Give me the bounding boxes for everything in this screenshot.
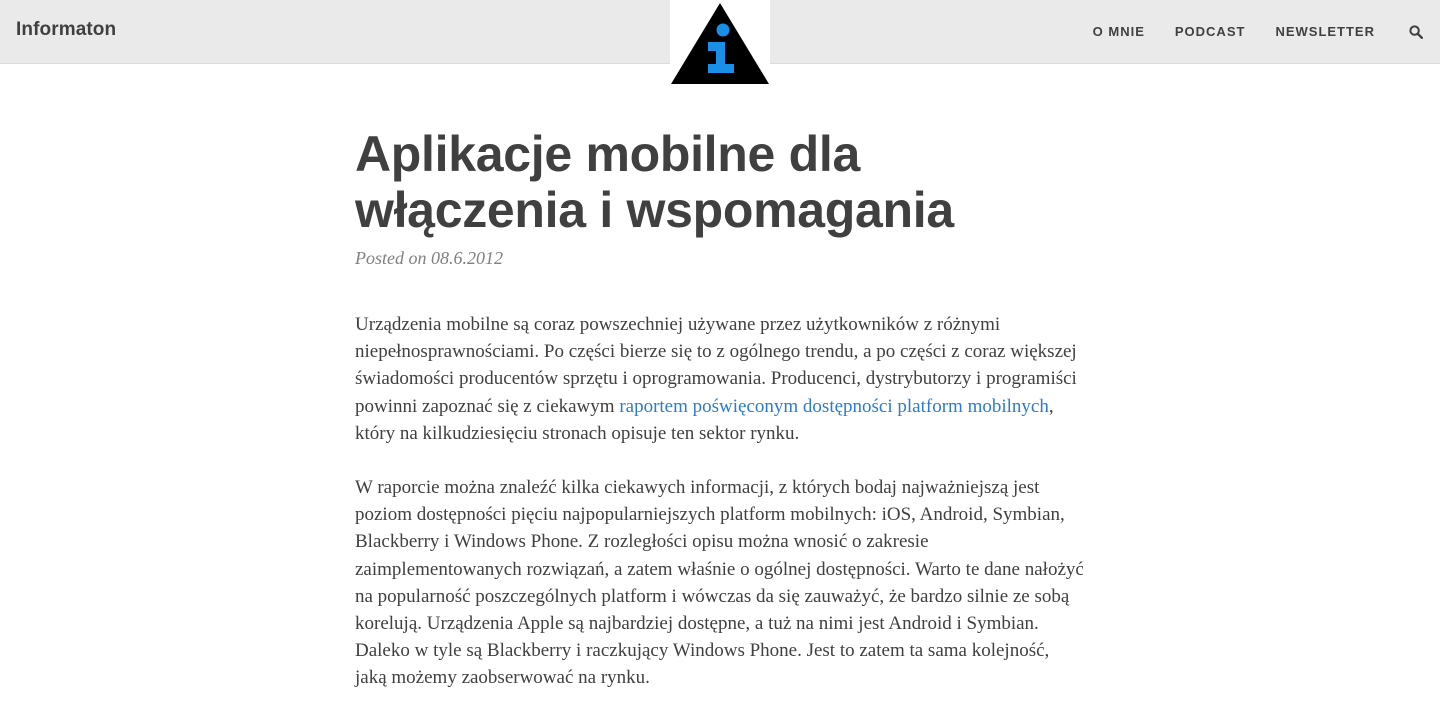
site-logo[interactable] xyxy=(670,0,770,87)
site-brand-link[interactable]: Informaton xyxy=(16,19,116,41)
search-button[interactable] xyxy=(1409,24,1424,39)
post-paragraph-2: W raporcie można znaleźć kilka ciekawych… xyxy=(355,477,1084,689)
report-link[interactable]: raportem poświęconym dostępności platfor… xyxy=(619,396,1049,417)
post-title: Aplikacje mobilne dla włączenia i wspoma… xyxy=(355,126,954,238)
nav-link-podcast[interactable]: PODCAST xyxy=(1175,24,1246,39)
search-icon xyxy=(1409,24,1424,39)
nav-link-newsletter[interactable]: NEWSLETTER xyxy=(1275,24,1375,39)
post-paragraph-1: Urządzenia mobilne są coraz powszechniej… xyxy=(355,311,1085,447)
nav-link-o-mnie[interactable]: O MNIE xyxy=(1093,24,1145,39)
info-triangle-logo-icon xyxy=(671,3,769,84)
post-date: Posted on 08.6.2012 xyxy=(355,248,503,268)
post-body: Urządzenia mobilne są coraz powszechniej… xyxy=(355,311,1085,692)
top-navbar: Informaton O MNIE PODCAST NEWSLETTER xyxy=(0,0,1440,87)
nav-menu: O MNIE PODCAST NEWSLETTER xyxy=(1063,0,1440,63)
blog-post: Aplikacje mobilne dla włączenia i wspoma… xyxy=(355,126,1085,692)
